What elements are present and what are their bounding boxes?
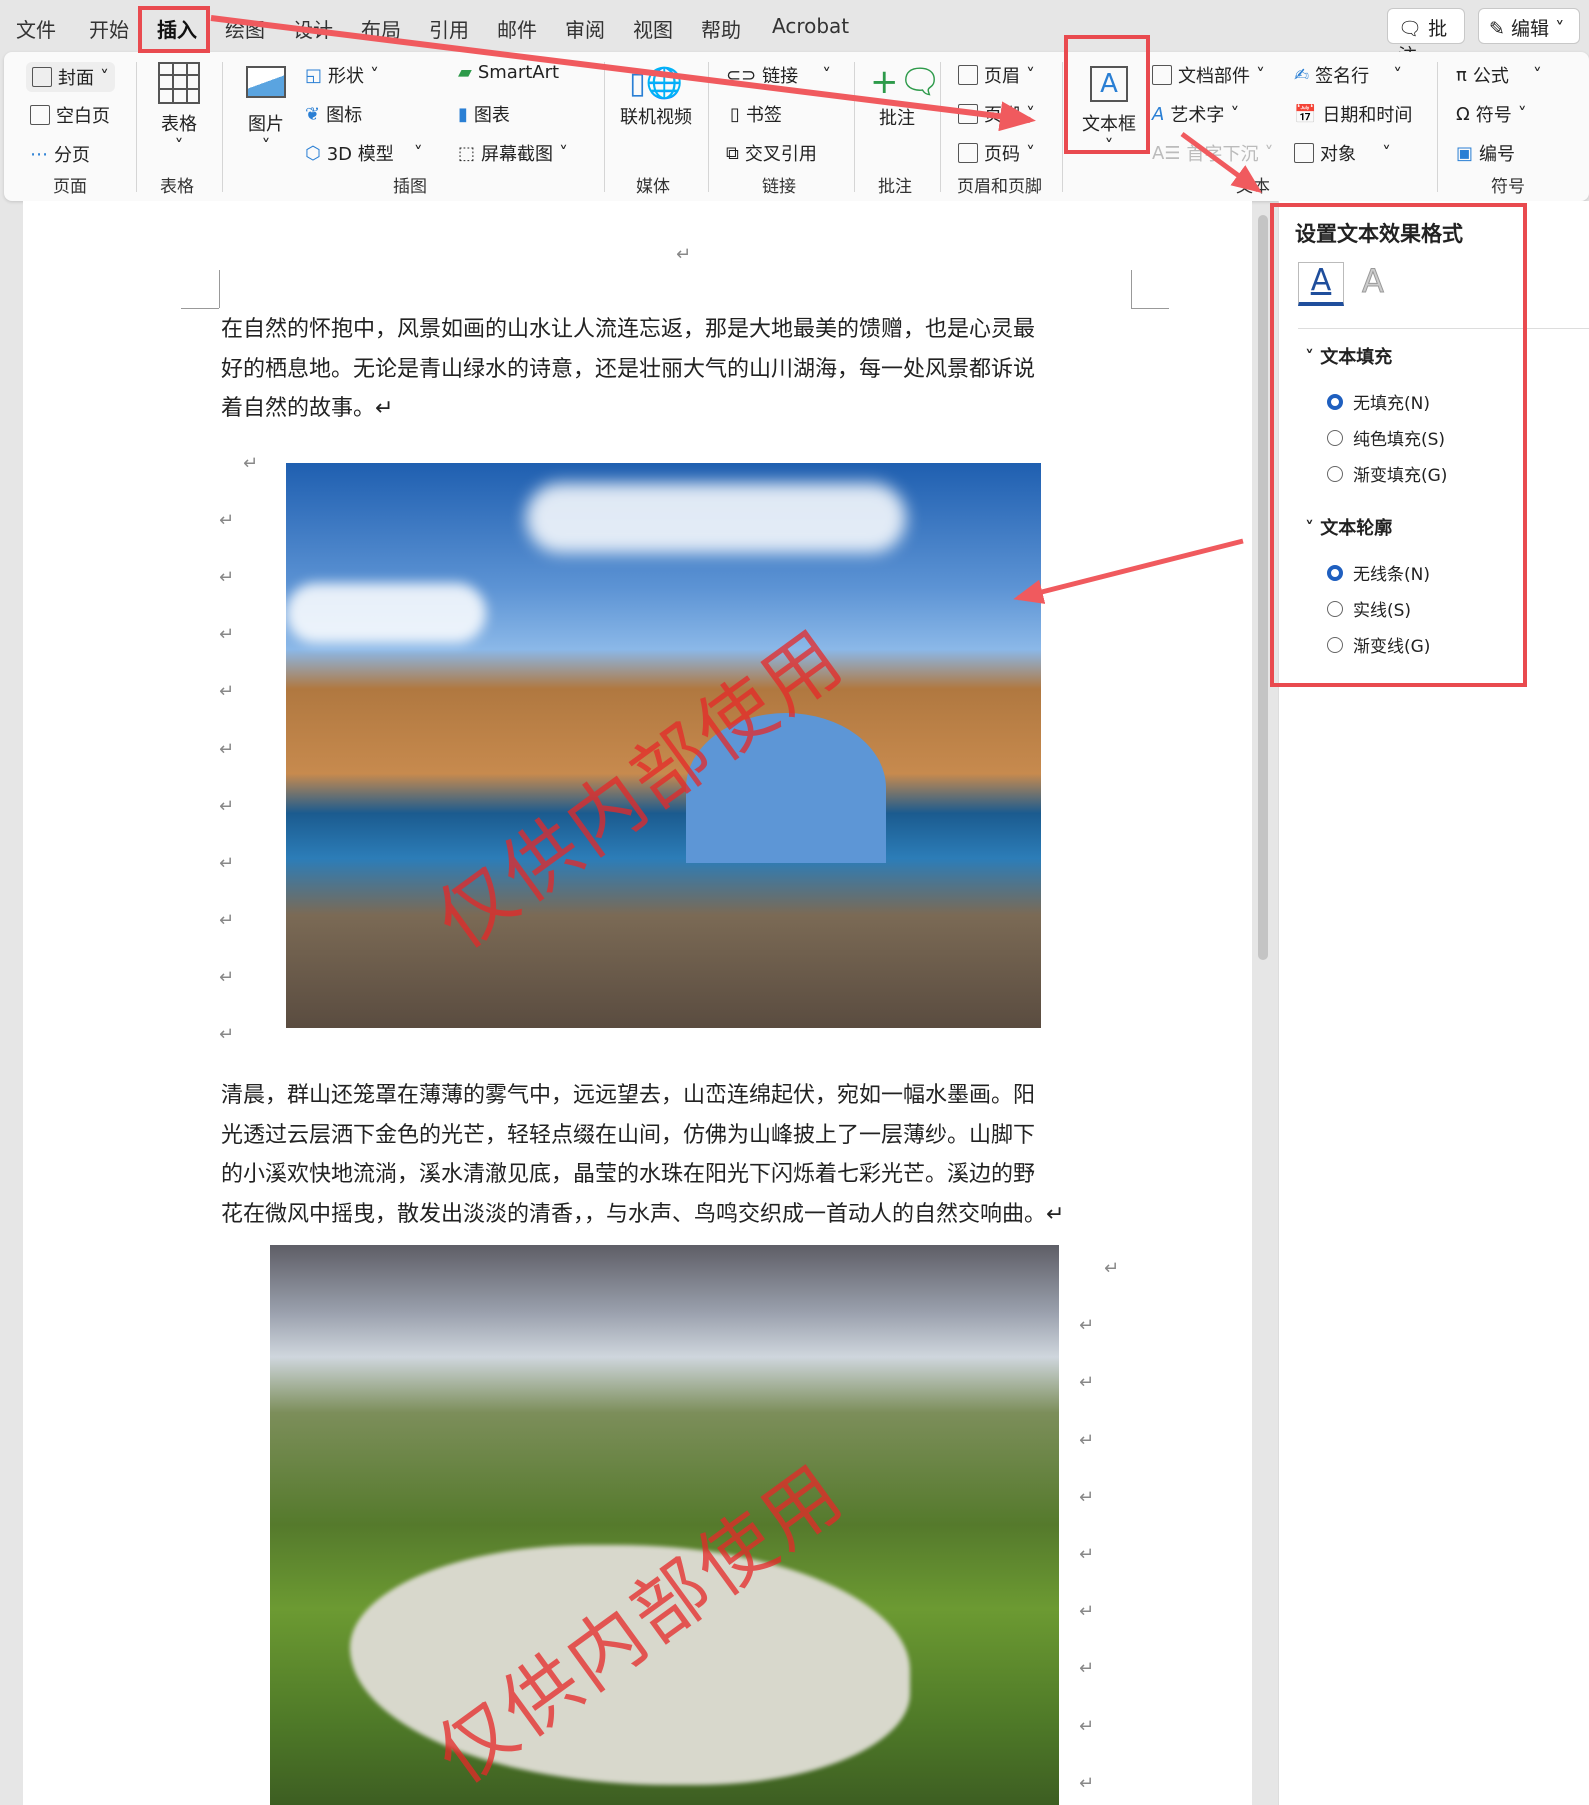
- arrow-to-image: [1013, 538, 1244, 604]
- arrow-to-pane: [1180, 131, 1263, 193]
- annotation-arrows: [210, 15, 1263, 604]
- arrow-to-textbox: [210, 15, 1036, 132]
